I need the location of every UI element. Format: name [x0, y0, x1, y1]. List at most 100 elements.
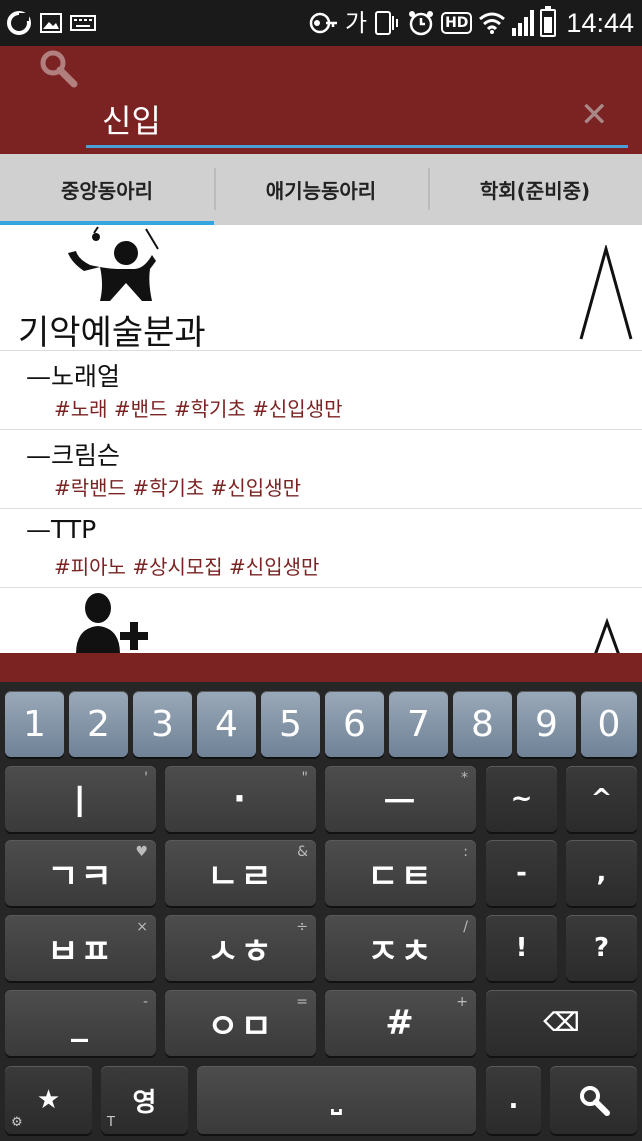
- key-6[interactable]: 6: [325, 691, 384, 757]
- key-d-t[interactable]: ㄷㅌ:: [325, 840, 476, 906]
- key-label: .: [508, 1085, 519, 1115]
- key-label: 6: [343, 703, 366, 745]
- key-label: 9: [535, 703, 558, 745]
- key-n-r[interactable]: ㄴㄹ &: [165, 840, 316, 906]
- key-sub: /: [463, 919, 468, 935]
- image-icon: [40, 13, 62, 33]
- key-label: ㅂㅍ: [47, 931, 114, 972]
- tab-aegineung-clubs[interactable]: 애기능동아리: [214, 154, 428, 225]
- collapse-caret-icon[interactable]: [590, 618, 624, 653]
- add-person-icon: [76, 593, 148, 653]
- key-tilde[interactable]: ~: [486, 766, 557, 832]
- key-sub: *: [461, 770, 468, 786]
- key-j-ch[interactable]: ㅈㅊ /: [325, 915, 476, 981]
- key-g-k[interactable]: ㄱㅋ ♥: [5, 840, 156, 906]
- club-tags: #피아노 #상시모집 #신입생만: [54, 555, 320, 579]
- key-2[interactable]: 2: [69, 691, 128, 757]
- key-label: 5: [279, 703, 302, 745]
- keyboard-icon: [70, 15, 96, 31]
- club-name: —TTP: [26, 515, 97, 544]
- key-label: 2: [87, 703, 110, 745]
- tab-label: 중앙동아리: [61, 179, 153, 203]
- key-0[interactable]: 0: [581, 691, 637, 757]
- key-label: 7: [407, 703, 430, 745]
- key-period[interactable]: .: [486, 1066, 541, 1134]
- club-tags: #노래 #밴드 #학기초 #신입생만: [54, 397, 343, 421]
- key-label: ~: [510, 784, 533, 814]
- club-name: —노래얼: [26, 362, 121, 391]
- conductor-icon: [68, 226, 159, 301]
- key-dash[interactable]: -: [486, 840, 557, 906]
- key-comma[interactable]: ,: [566, 840, 637, 906]
- search-input-value: 신입: [102, 102, 161, 140]
- list-item[interactable]: —노래얼 #노래 #밴드 #학기초 #신입생만: [0, 351, 642, 430]
- key-label: ㅇㅁ: [207, 1006, 274, 1047]
- key-vowel-dot[interactable]: · ": [165, 766, 316, 832]
- backspace-key[interactable]: ⌫: [486, 990, 637, 1056]
- key-underscore[interactable]: _ -: [5, 990, 156, 1056]
- key-o-m[interactable]: ㅇㅁ =: [165, 990, 316, 1056]
- key-sub: ': [144, 770, 148, 786]
- key-vowel-eu[interactable]: ㅡ *: [325, 766, 476, 832]
- search-input[interactable]: 신입: [86, 92, 628, 148]
- key-b-p[interactable]: ㅂㅍ ×: [5, 915, 156, 981]
- key-sub: &: [297, 844, 308, 860]
- group-header[interactable]: [0, 588, 642, 653]
- key-label: 1: [23, 703, 46, 745]
- key-exclamation[interactable]: !: [486, 915, 557, 981]
- collapse-caret-icon[interactable]: [578, 245, 634, 345]
- key-sub: ÷: [296, 919, 308, 935]
- key-vowel-i[interactable]: ㅣ ': [5, 766, 156, 832]
- key-sub: =: [296, 994, 308, 1010]
- key-label: ㄴㄹ: [207, 856, 274, 897]
- key-label: ,: [596, 858, 607, 888]
- key-sub: -: [142, 994, 148, 1010]
- key-label: 4: [215, 703, 238, 745]
- bottom-bar: [0, 653, 642, 682]
- space-key[interactable]: ⎵: [197, 1066, 476, 1134]
- key-3[interactable]: 3: [133, 691, 192, 757]
- text-mode-icon: T: [107, 1115, 115, 1130]
- carrier-icon: [7, 11, 31, 35]
- key-label: 3: [151, 703, 174, 745]
- clear-search-icon[interactable]: ✕: [580, 98, 609, 132]
- list-item[interactable]: —TTP #피아노 #상시모집 #신입생만: [0, 509, 642, 588]
- key-hash[interactable]: # +: [325, 990, 476, 1056]
- key-sub: ♥: [135, 844, 148, 860]
- alarm-icon: [409, 11, 434, 36]
- key-4[interactable]: 4: [197, 691, 256, 757]
- ime-ga-icon: 가: [344, 9, 368, 37]
- key-label: 8: [471, 703, 494, 745]
- group-header[interactable]: 기악예술분과: [0, 225, 642, 353]
- key-8[interactable]: 8: [453, 691, 512, 757]
- key-search[interactable]: [550, 1066, 637, 1134]
- key-star[interactable]: ★ ⚙: [5, 1066, 92, 1134]
- key-language-switch[interactable]: 영T: [101, 1066, 188, 1134]
- key-9[interactable]: 9: [517, 691, 576, 757]
- key-1[interactable]: 1: [5, 691, 64, 757]
- key-s-h[interactable]: ㅅㅎ ÷: [165, 915, 316, 981]
- group-title: 기악예술분과: [18, 313, 206, 353]
- search-icon: [579, 1086, 610, 1116]
- club-name: —크림슨: [26, 441, 121, 470]
- search-icon[interactable]: [38, 48, 78, 88]
- battery-icon: [540, 6, 557, 37]
- hd-icon: HD: [441, 12, 473, 34]
- status-bar: 가 HD 14:44: [0, 0, 642, 46]
- key-label: _: [71, 1003, 90, 1043]
- key-sub: ×: [136, 919, 148, 935]
- key-5[interactable]: 5: [261, 691, 320, 757]
- tab-label: 학회(준비중): [479, 179, 591, 203]
- keyboard: 1 2 3 4 5 6 7 8 9 0 ㅣ ' · " ㅡ * ~ ^ ㄱㅋ ♥ ㄴㄹ &…: [0, 682, 642, 1141]
- list-item[interactable]: —크림슨 #락밴드 #학기초 #신입생만: [0, 430, 642, 509]
- key-question[interactable]: ?: [566, 915, 637, 981]
- club-tags: #락밴드 #학기초 #신입생만: [54, 476, 301, 500]
- key-caret[interactable]: ^: [566, 766, 637, 832]
- key-label: #: [385, 1003, 416, 1043]
- key-label: !: [515, 933, 528, 963]
- tab-central-clubs[interactable]: 중앙동아리: [0, 154, 214, 225]
- key-label: ·: [233, 779, 248, 819]
- tab-academic-society[interactable]: 학회(준비중): [428, 154, 642, 225]
- settings-gear-icon: ⚙: [11, 1115, 23, 1130]
- key-7[interactable]: 7: [389, 691, 448, 757]
